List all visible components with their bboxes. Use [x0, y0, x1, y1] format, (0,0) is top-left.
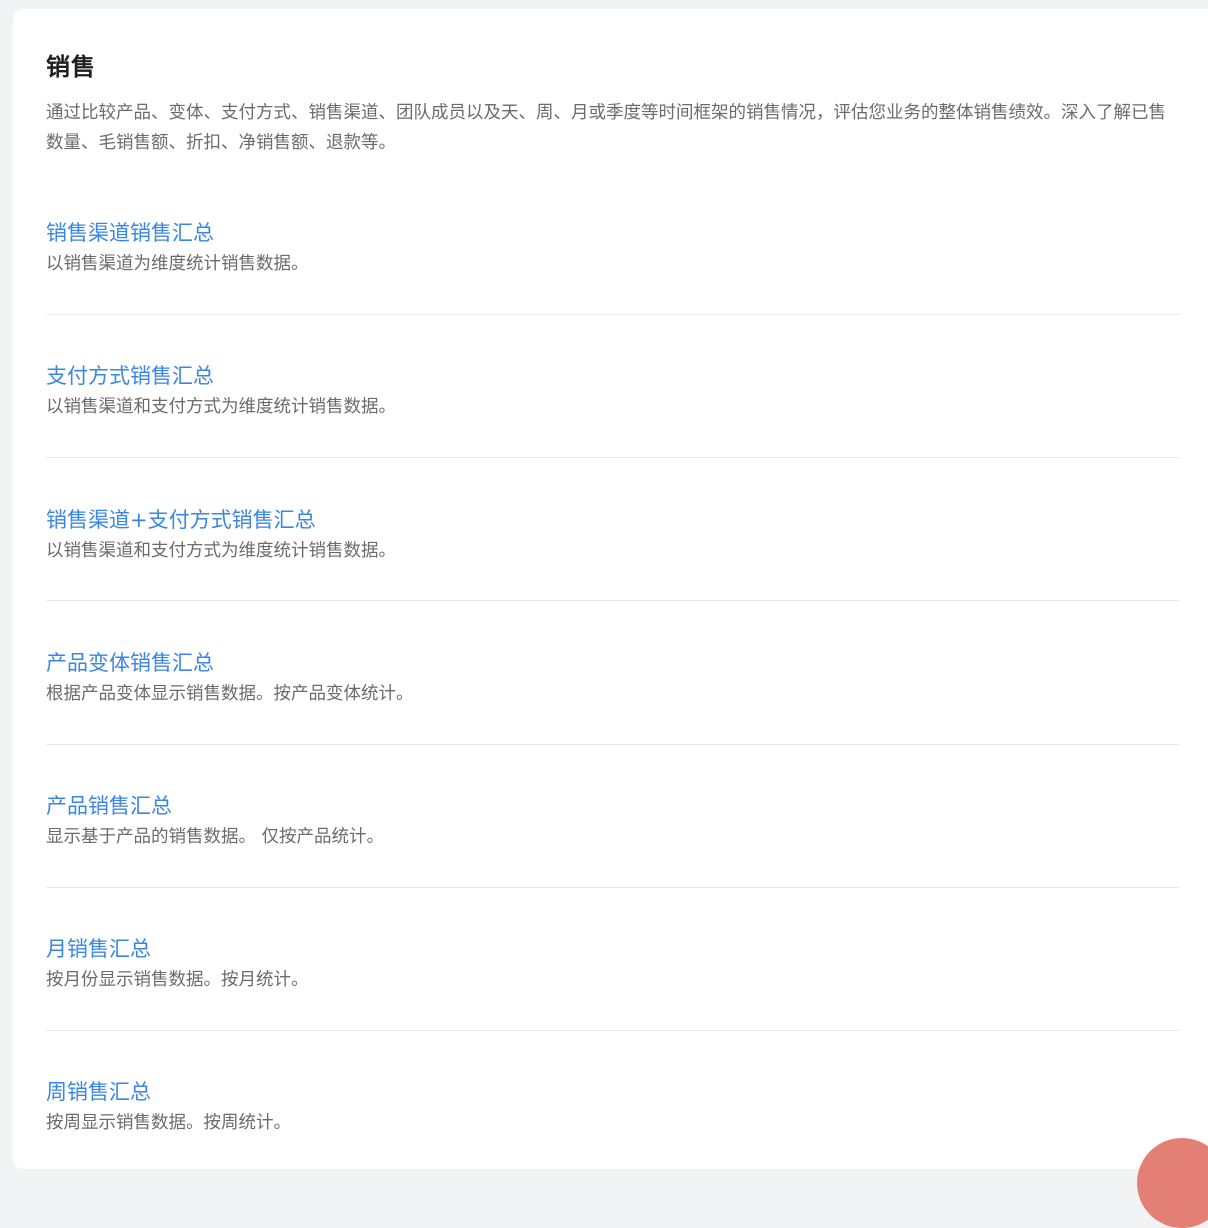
section-title: 销售: [46, 53, 96, 81]
report-link-channel-payment[interactable]: 销售渠道+支付方式销售汇总: [46, 505, 1180, 535]
divider: [46, 314, 1180, 315]
report-item-channel-payment: 销售渠道+支付方式销售汇总 以销售渠道和支付方式为维度统计销售数据。: [46, 505, 1180, 565]
sales-reports-card: 销售 通过比较产品、变体、支付方式、销售渠道、团队成员以及天、周、月或季度等时间…: [13, 9, 1208, 1169]
section-intro: 通过比较产品、变体、支付方式、销售渠道、团队成员以及天、周、月或季度等时间框架的…: [46, 103, 1166, 153]
report-description: 显示基于产品的销售数据。 仅按产品统计。: [46, 827, 385, 847]
report-link-monthly[interactable]: 月销售汇总: [46, 934, 1180, 964]
report-item-monthly: 月销售汇总 按月份显示销售数据。按月统计。: [46, 934, 1180, 994]
divider: [46, 887, 1180, 888]
report-item-product: 产品销售汇总 显示基于产品的销售数据。 仅按产品统计。: [46, 791, 1180, 851]
report-item-weekly: 周销售汇总 按周显示销售数据。按周统计。: [46, 1077, 1180, 1137]
report-description: 以销售渠道和支付方式为维度统计销售数据。: [46, 397, 396, 417]
divider: [46, 457, 1180, 458]
report-description: 以销售渠道和支付方式为维度统计销售数据。: [46, 541, 396, 561]
report-link-payment-method[interactable]: 支付方式销售汇总: [46, 361, 1180, 391]
report-description: 根据产品变体显示销售数据。按产品变体统计。: [46, 684, 414, 704]
report-item-product-variant: 产品变体销售汇总 根据产品变体显示销售数据。按产品变体统计。: [46, 648, 1180, 708]
report-description: 按周显示销售数据。按周统计。: [46, 1113, 291, 1133]
divider: [46, 1030, 1180, 1031]
report-link-sales-channel[interactable]: 销售渠道销售汇总: [46, 218, 1180, 248]
divider: [46, 744, 1180, 745]
report-description: 以销售渠道为维度统计销售数据。: [46, 254, 309, 274]
report-item-payment-method: 支付方式销售汇总 以销售渠道和支付方式为维度统计销售数据。: [46, 361, 1180, 421]
report-description: 按月份显示销售数据。按月统计。: [46, 970, 309, 990]
report-link-weekly[interactable]: 周销售汇总: [46, 1077, 1180, 1107]
report-item-sales-channel: 销售渠道销售汇总 以销售渠道为维度统计销售数据。: [46, 218, 1180, 278]
divider: [46, 600, 1180, 601]
report-link-product[interactable]: 产品销售汇总: [46, 791, 1180, 821]
report-link-product-variant[interactable]: 产品变体销售汇总: [46, 648, 1180, 678]
